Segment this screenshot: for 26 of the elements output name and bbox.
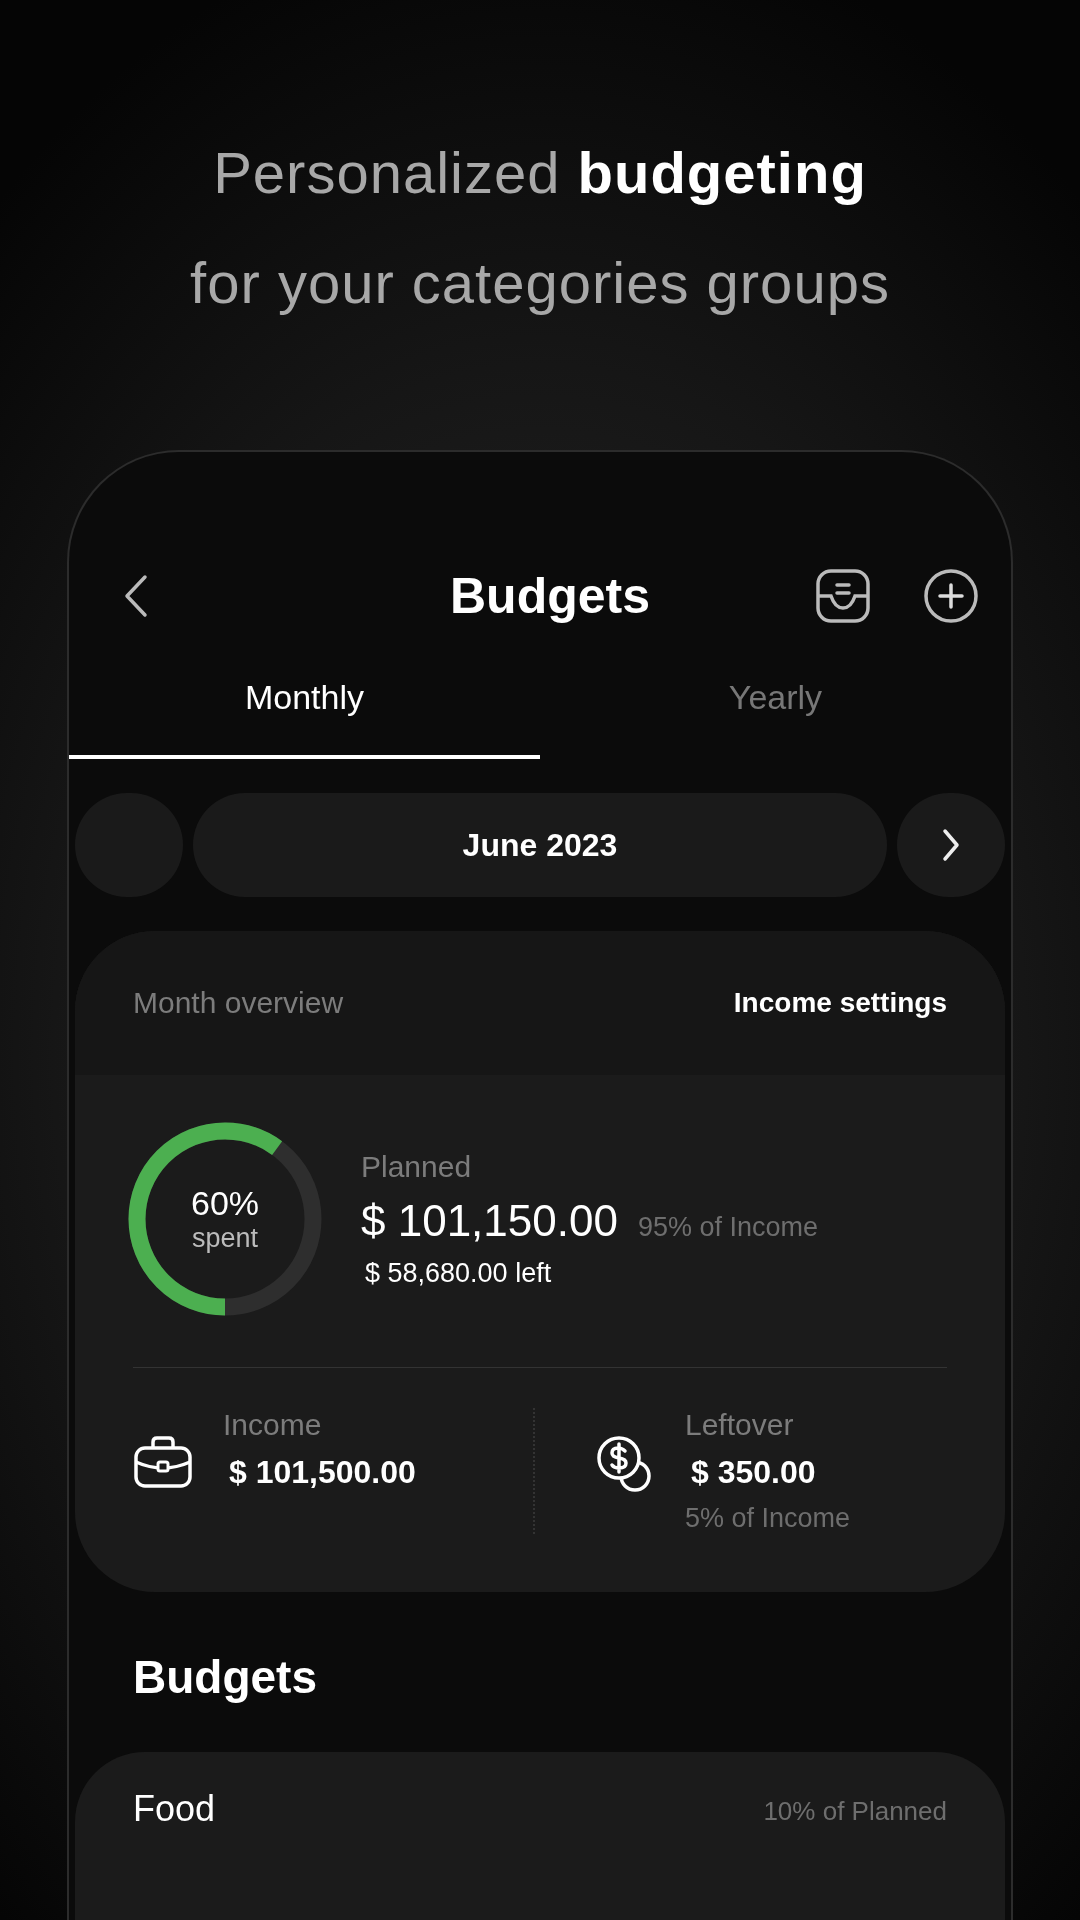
card-title: Month overview <box>133 986 344 1020</box>
tab[interactable]: Monthly <box>69 656 540 759</box>
chevron-right-icon <box>940 827 962 863</box>
add-icon[interactable] <box>923 568 979 624</box>
tab[interactable]: Yearly <box>540 656 1011 759</box>
stat-amount: $ 350.00 <box>690 1454 817 1491</box>
amount-left: $ 58,680.00 left <box>364 1257 553 1289</box>
planned-label: Planned <box>361 1149 473 1184</box>
planned-share: 95% of Income <box>637 1211 819 1243</box>
inbox-icon[interactable] <box>815 568 871 624</box>
stat-amount: $ 101,500.00 <box>228 1454 416 1491</box>
percent-caption: spent <box>191 1223 259 1254</box>
briefcase-icon <box>133 1434 193 1490</box>
screen-title: Budgets <box>450 567 650 625</box>
income-settings-link[interactable]: Income settings <box>733 987 947 1019</box>
percent-value: 60% <box>190 1184 260 1223</box>
budget-name: Food <box>133 1788 216 1830</box>
stat-note: 5% of Income <box>685 1503 851 1534</box>
budget-card[interactable]: Food 10% of Planned <box>75 1752 1005 1920</box>
stat-label: Income <box>223 1408 323 1442</box>
budget-share: 10% of Planned <box>763 1796 947 1827</box>
stat-label: Leftover <box>685 1408 795 1442</box>
headline: Personalized budgeting for your categories groups <box>190 139 890 317</box>
section-title: Budgets <box>133 1650 318 1704</box>
planned-amount: $ 101,150.00 <box>361 1195 618 1246</box>
period-selector[interactable]: June 2023 <box>193 793 887 897</box>
